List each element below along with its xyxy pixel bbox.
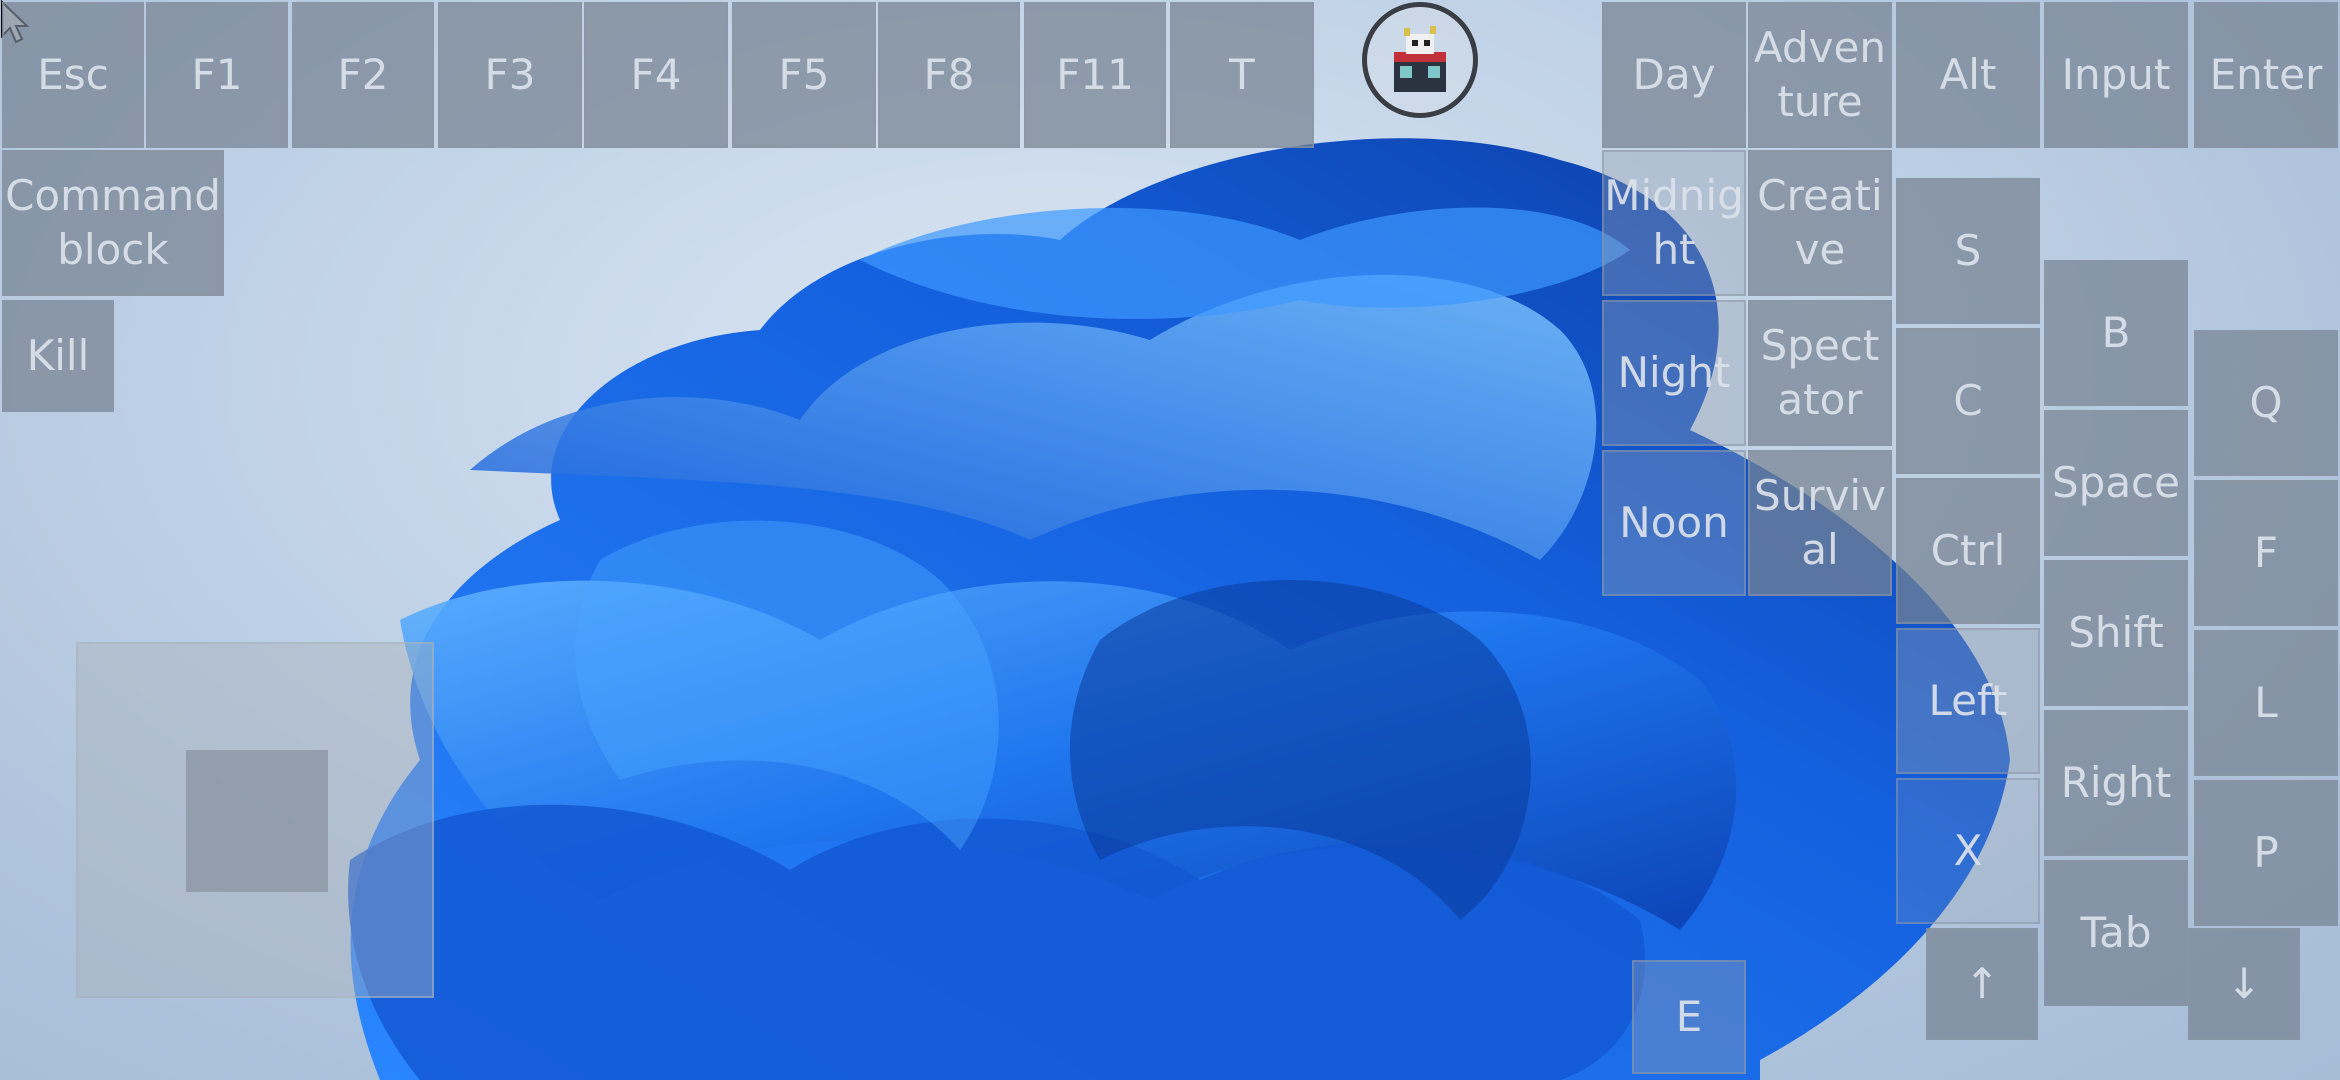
key-up[interactable]: ↑ (1926, 928, 2038, 1040)
key-s[interactable]: S (1896, 178, 2040, 324)
virtual-joystick[interactable] (76, 642, 434, 998)
key-x[interactable]: X (1896, 778, 2040, 924)
key-adventure[interactable]: Adven ture (1748, 2, 1892, 148)
key-f[interactable]: F (2194, 480, 2338, 626)
key-enter[interactable]: Enter (2194, 2, 2338, 148)
key-f8[interactable]: F8 (878, 2, 1020, 148)
key-kill[interactable]: Kill (2, 300, 114, 412)
key-tab[interactable]: Tab (2044, 860, 2188, 1006)
key-space[interactable]: Space (2044, 410, 2188, 556)
key-input[interactable]: Input (2044, 2, 2188, 148)
key-f2[interactable]: F2 (292, 2, 434, 148)
key-c[interactable]: C (1896, 328, 2040, 474)
key-night[interactable]: Night (1602, 300, 1746, 446)
key-midnight[interactable]: Midnig ht (1602, 150, 1746, 296)
key-f11[interactable]: F11 (1024, 2, 1166, 148)
key-e[interactable]: E (1632, 960, 1746, 1074)
key-l[interactable]: L (2194, 630, 2338, 776)
key-f4[interactable]: F4 (584, 2, 728, 148)
key-alt[interactable]: Alt (1896, 2, 2040, 148)
key-t[interactable]: T (1170, 2, 1314, 148)
key-spectator[interactable]: Spect ator (1748, 300, 1892, 446)
key-right[interactable]: Right (2044, 710, 2188, 856)
key-creative[interactable]: Creati ve (1748, 150, 1892, 296)
key-noon[interactable]: Noon (1602, 450, 1746, 596)
key-left[interactable]: Left (1896, 628, 2040, 774)
key-f5[interactable]: F5 (732, 2, 876, 148)
key-b[interactable]: B (2044, 260, 2188, 406)
key-command-block[interactable]: Command block (2, 150, 224, 296)
game-app-icon[interactable] (1362, 2, 1478, 118)
key-ctrl[interactable]: Ctrl (1896, 478, 2040, 624)
key-day[interactable]: Day (1602, 2, 1746, 148)
key-q[interactable]: Q (2194, 330, 2338, 476)
key-survival[interactable]: Surviv al (1748, 450, 1892, 596)
key-shift[interactable]: Shift (2044, 560, 2188, 706)
key-p[interactable]: P (2194, 780, 2338, 926)
joystick-knob[interactable] (186, 750, 328, 892)
key-esc[interactable]: Esc (2, 2, 144, 148)
key-f3[interactable]: F3 (438, 2, 582, 148)
key-f1[interactable]: F1 (146, 2, 288, 148)
key-down[interactable]: ↓ (2188, 928, 2300, 1040)
